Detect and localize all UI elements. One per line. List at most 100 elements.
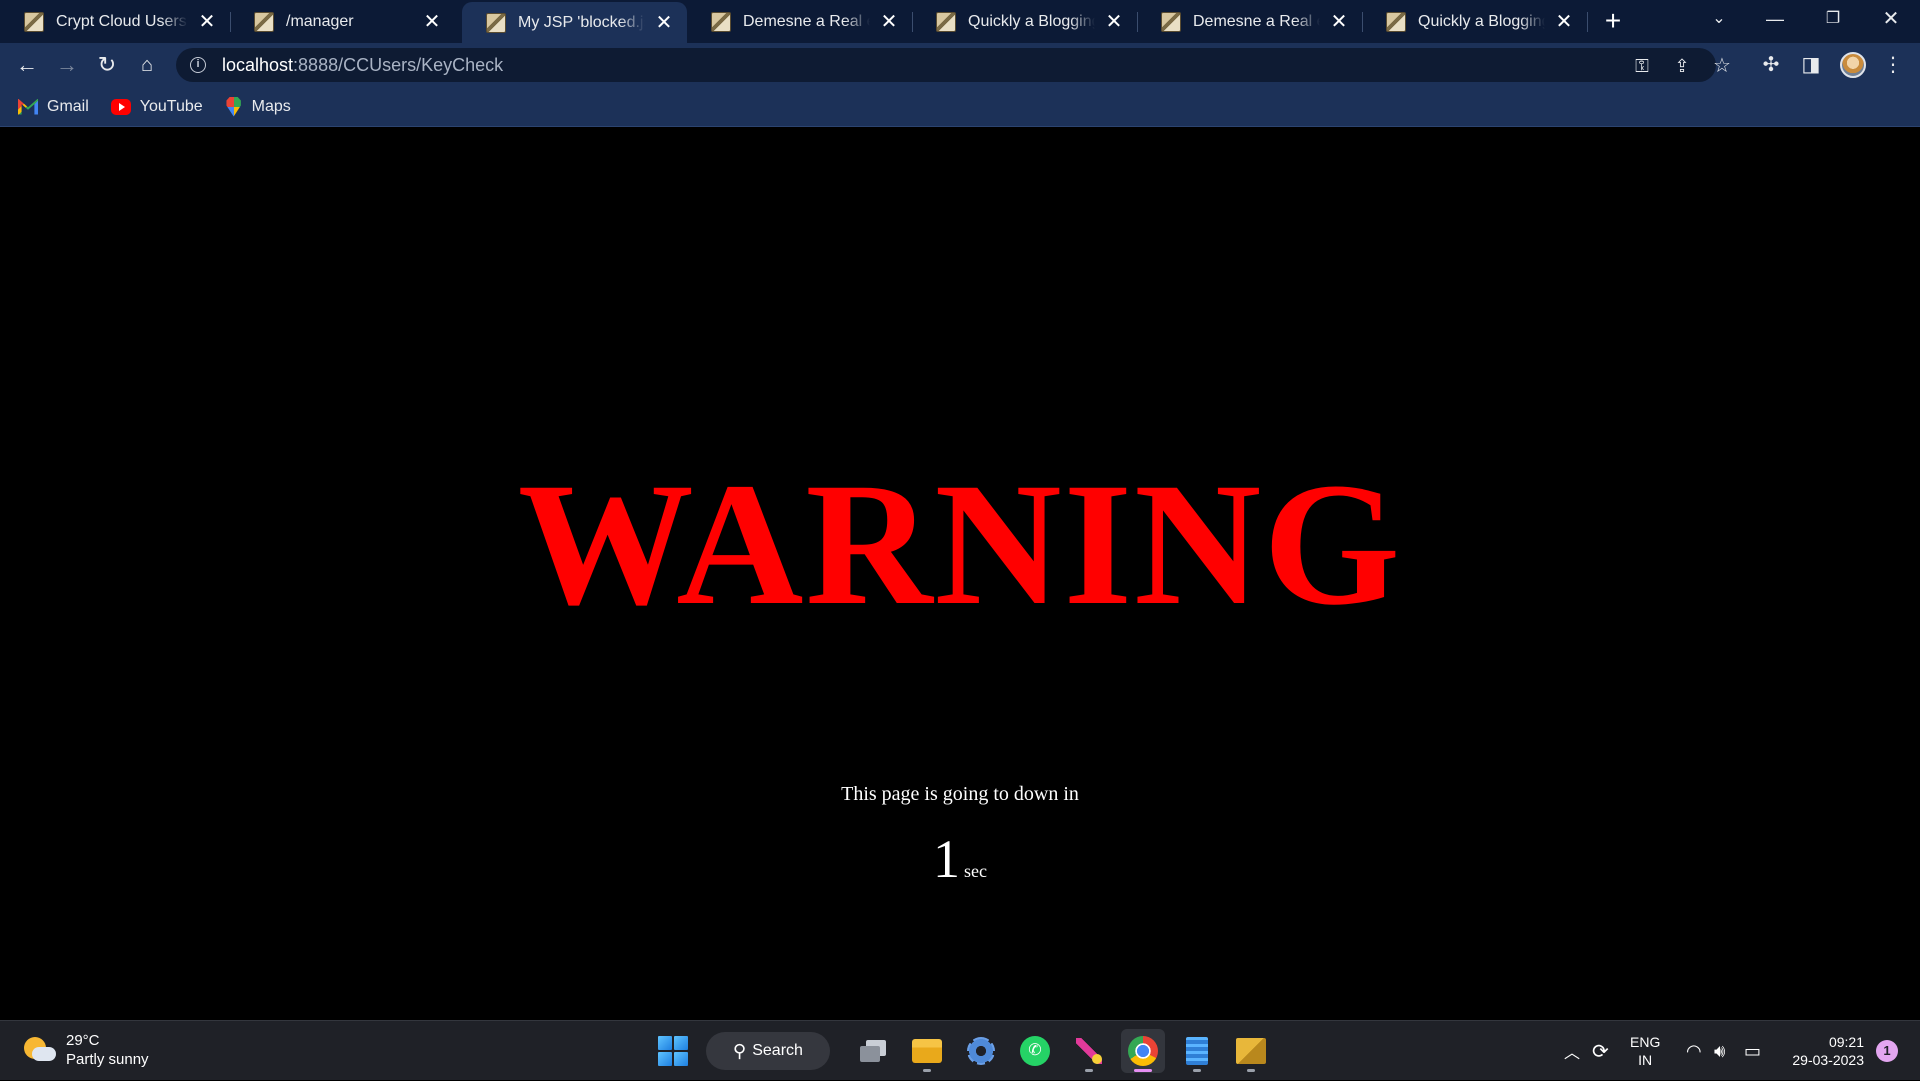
share-icon[interactable]: ⇪ [1671, 56, 1693, 76]
weather-temperature: 29°C [66, 1032, 100, 1049]
tab-crypt-cloud-users[interactable]: Crypt Cloud Users ✕ [0, 0, 230, 43]
page-viewport: WARNING This page is going to down in 1s… [0, 128, 1920, 1020]
paint-app-button[interactable] [1067, 1029, 1111, 1073]
close-icon[interactable]: ✕ [1105, 12, 1123, 32]
running-indicator [923, 1069, 931, 1072]
tab-separator [1587, 12, 1588, 32]
windows-taskbar: 29°C Partly sunny ⚲ Search ✆ ︿ ⟳ ENG IN … [0, 1020, 1920, 1080]
tab-title: Crypt Cloud Users [56, 12, 187, 30]
sync-icon[interactable]: ⟳ [1592, 1021, 1616, 1081]
profile-avatar[interactable] [1840, 52, 1866, 78]
search-icon: ⚲ [733, 1040, 747, 1061]
back-arrow-icon[interactable]: ← [12, 50, 42, 80]
notification-badge[interactable]: 1 [1876, 1040, 1898, 1062]
countdown: 1 sec [0, 828, 1920, 890]
gmail-icon [18, 98, 38, 115]
tab-title: /manager [286, 12, 354, 30]
browser-toolbar: ← → ↻ ⌂ i localhost:8888/CCUsers/KeyChec… [0, 43, 1920, 87]
home-icon[interactable]: ⌂ [132, 50, 162, 80]
close-icon[interactable]: ✕ [880, 12, 898, 32]
clock-time: 09:21 [1828, 1034, 1864, 1050]
close-icon[interactable]: ✕ [198, 12, 216, 32]
file-explorer-button[interactable] [905, 1029, 949, 1073]
tab-title: Quickly a Blogging Ca [1418, 12, 1545, 30]
clock-date: 29-03-2023 [1792, 1052, 1864, 1068]
settings-button[interactable] [959, 1029, 1003, 1073]
running-indicator [1085, 1069, 1093, 1072]
files-app-button[interactable] [1229, 1029, 1273, 1073]
weather-description: Partly sunny [66, 1051, 149, 1068]
language-code: ENG [1630, 1034, 1661, 1050]
notepad-icon [1186, 1037, 1208, 1065]
close-icon[interactable]: ✕ [423, 12, 441, 32]
site-favicon-icon [1386, 11, 1406, 32]
site-favicon-icon [1161, 11, 1181, 32]
language-indicator[interactable]: ENG IN [1630, 1021, 1660, 1081]
tab-title: My JSP 'blocked.jsp' s [518, 13, 645, 31]
tab-title: Demesne a Real estat [743, 12, 870, 30]
taskbar-apps: ⚲ Search ✆ [656, 1029, 1278, 1073]
restore-icon[interactable]: ❐ [1810, 0, 1856, 40]
site-favicon-icon [711, 11, 731, 32]
window-close-icon[interactable]: ✕ [1868, 0, 1914, 40]
chrome-button[interactable] [1121, 1029, 1165, 1073]
language-region: IN [1638, 1052, 1653, 1068]
whatsapp-icon: ✆ [1020, 1036, 1050, 1066]
tab-title: Quickly a Blogging Ca [968, 12, 1095, 30]
tab-demesne-1[interactable]: Demesne a Real estat ✕ [687, 0, 912, 43]
clock[interactable]: 09:21 29-03-2023 [1780, 1021, 1864, 1081]
more-menu-icon[interactable]: ⋮ [1880, 52, 1906, 78]
whatsapp-button[interactable]: ✆ [1013, 1029, 1057, 1073]
bookmark-youtube[interactable]: YouTube [110, 98, 203, 116]
tab-blocked-jsp[interactable]: My JSP 'blocked.jsp' s ✕ [462, 2, 687, 43]
warning-heading: WARNING [517, 447, 1403, 642]
tab-demesne-2[interactable]: Demesne a Real estat ✕ [1137, 0, 1362, 43]
forward-arrow-icon[interactable]: → [52, 50, 82, 80]
windows-start-icon[interactable] [658, 1036, 688, 1066]
close-icon[interactable]: ✕ [1330, 12, 1348, 32]
countdown-unit: sec [964, 861, 987, 881]
reload-icon[interactable]: ↻ [92, 50, 122, 80]
new-tab-plus-icon[interactable]: + [1598, 6, 1628, 36]
file-explorer-icon [912, 1039, 942, 1063]
site-favicon-icon [254, 11, 274, 32]
tab-manager[interactable]: /manager ✕ [230, 0, 455, 43]
tab-quickly-1[interactable]: Quickly a Blogging Ca ✕ [912, 0, 1137, 43]
paint-icon [1076, 1038, 1102, 1064]
maps-icon [226, 96, 241, 117]
running-indicator [1247, 1069, 1255, 1072]
extensions-puzzle-icon[interactable]: ✣ [1758, 52, 1784, 78]
site-favicon-icon [24, 11, 44, 32]
close-icon[interactable]: ✕ [1555, 12, 1573, 32]
wifi-icon[interactable]: ◠ [1686, 1021, 1702, 1081]
weather-widget[interactable]: 29°C Partly sunny [22, 1031, 149, 1069]
partly-sunny-icon [22, 1033, 56, 1067]
tab-quickly-2[interactable]: Quickly a Blogging Ca ✕ [1362, 0, 1587, 43]
key-icon[interactable]: ⚿ [1631, 56, 1653, 76]
task-view-icon [860, 1040, 886, 1062]
tab-strip: Crypt Cloud Users ✕ /manager ✕ My JSP 'b… [0, 0, 1920, 43]
volume-icon[interactable]: 🔊︎ [1714, 1021, 1725, 1081]
settings-gear-icon [967, 1037, 995, 1065]
site-info-icon[interactable]: i [190, 57, 206, 73]
tab-title: Demesne a Real estat [1193, 12, 1320, 30]
taskbar-search-button[interactable]: ⚲ Search [706, 1032, 830, 1070]
tab-search-chevron-icon[interactable]: ⌄ [1696, 0, 1742, 40]
chrome-icon [1128, 1036, 1158, 1066]
bookmark-gmail[interactable]: Gmail [18, 98, 89, 116]
minimize-icon[interactable]: — [1752, 0, 1798, 40]
notepad-button[interactable] [1175, 1029, 1219, 1073]
bookmark-maps[interactable]: Maps [225, 96, 291, 117]
close-icon[interactable]: ✕ [655, 13, 673, 33]
show-hidden-icons-chevron-icon[interactable]: ︿ [1564, 1021, 1584, 1081]
address-bar[interactable]: i localhost:8888/CCUsers/KeyCheck ⚿ ⇪ ☆ [176, 48, 1731, 82]
bookmarks-bar: Gmail YouTube Maps [0, 87, 1920, 127]
bookmark-star-icon[interactable]: ☆ [1711, 56, 1733, 76]
url-host: localhost [222, 54, 294, 75]
files-app-icon [1236, 1038, 1266, 1064]
task-view-button[interactable] [851, 1029, 895, 1073]
battery-icon[interactable]: ▭ [1744, 1021, 1761, 1081]
bookmark-label: Gmail [47, 97, 89, 115]
url-path: :8888/CCUsers/KeyCheck [293, 54, 504, 75]
side-panel-icon[interactable]: ◨ [1798, 52, 1824, 78]
